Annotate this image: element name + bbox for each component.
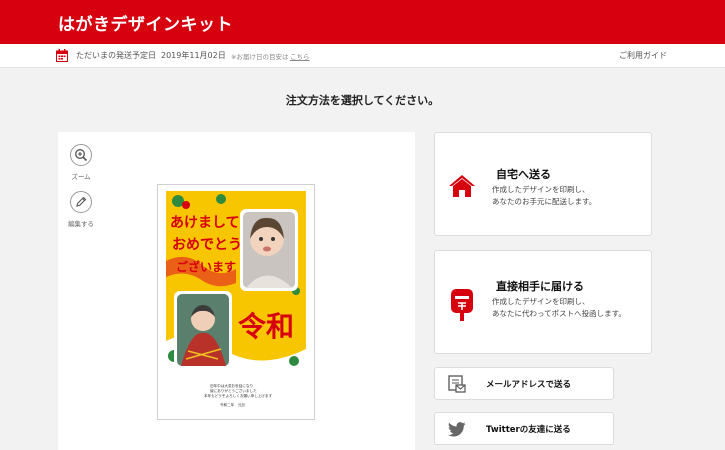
- send-by-twitter-button[interactable]: Twitterの友達に送る: [434, 412, 614, 445]
- twitter-button-label: Twitterの友達に送る: [486, 425, 571, 435]
- reiwa-text: 令和: [238, 310, 294, 343]
- app-title[interactable]: はがきデザインキット: [58, 10, 233, 35]
- home-option-desc-2: あなたのお手元に配送します。: [492, 197, 597, 206]
- greeting-line-1: あけまして: [170, 215, 240, 231]
- edit-button[interactable]: 編集する: [66, 191, 96, 228]
- app-header: はがきデザインキット: [0, 0, 725, 44]
- deliver-direct-option[interactable]: 直接相手に届ける 作成したデザインを印刷し、 あなたに代わってポストへ投函します…: [434, 250, 652, 354]
- direct-option-desc-1: 作成したデザインを印刷し、: [492, 297, 590, 306]
- card-preview-panel: ズーム 編集する あけまして おめでとう ございます 令和 旧年中は大変お世話に…: [58, 132, 415, 450]
- twitter-icon: [448, 422, 466, 437]
- delivery-note-link[interactable]: こちら: [290, 51, 310, 61]
- card-message-2: 誠にありがとうございました: [210, 388, 257, 393]
- home-option-title: 自宅へ送る: [496, 168, 551, 181]
- card-message-1: 旧年中は大変お世話になり: [210, 383, 253, 388]
- postcard-design: あけまして おめでとう ございます 令和 旧年中は大変お世話になり 誠にありがと…: [166, 191, 306, 413]
- greeting-line-2: おめでとう: [172, 237, 242, 253]
- send-to-home-option[interactable]: 自宅へ送る 作成したデザインを印刷し、 あなたのお手元に配送します。: [434, 132, 652, 236]
- pencil-icon: [70, 191, 92, 213]
- zoom-label: ズーム: [71, 173, 91, 181]
- postbox-icon: [451, 289, 473, 321]
- email-button-label: メールアドレスで送る: [486, 380, 572, 390]
- page-heading: 注文方法を選択してください。: [285, 94, 440, 107]
- greeting-line-3: ございます: [176, 259, 236, 274]
- direct-option-desc-2: あなたに代わってポストへ投函します。: [492, 309, 626, 318]
- home-option-desc-1: 作成したデザインを印刷し、: [492, 185, 590, 194]
- delivery-note: ※お届け日の目安は: [231, 53, 289, 61]
- direct-option-title: 直接相手に届ける: [496, 280, 584, 293]
- card-sender: 令和二年 元旦: [220, 402, 246, 407]
- edit-label: 編集する: [68, 220, 94, 228]
- zoom-button[interactable]: ズーム: [66, 144, 96, 181]
- zoom-in-icon: [70, 144, 92, 166]
- card-message-3: 本年もどうぞよろしくお願い申し上げます: [204, 393, 273, 398]
- calendar-icon: [56, 49, 68, 62]
- house-icon: [449, 175, 475, 197]
- user-guide-link[interactable]: ご利用ガイド: [619, 50, 667, 61]
- postcard-artwork: あけまして おめでとう ございます 令和 旧年中は大変お世話になり 誠にありがと…: [166, 191, 306, 413]
- send-by-email-button[interactable]: メールアドレスで送る: [434, 367, 614, 400]
- shipping-info-bar: ただいまの発送予定日 2019年11月02日 ※お届け日の目安は こちら ご利用…: [0, 44, 725, 68]
- mail-icon: [448, 375, 466, 393]
- ship-date-value: 2019年11月02日: [161, 51, 226, 60]
- ship-date-label: ただいまの発送予定日: [76, 51, 156, 60]
- postcard-preview[interactable]: あけまして おめでとう ございます 令和 旧年中は大変お世話になり 誠にありがと…: [157, 184, 315, 420]
